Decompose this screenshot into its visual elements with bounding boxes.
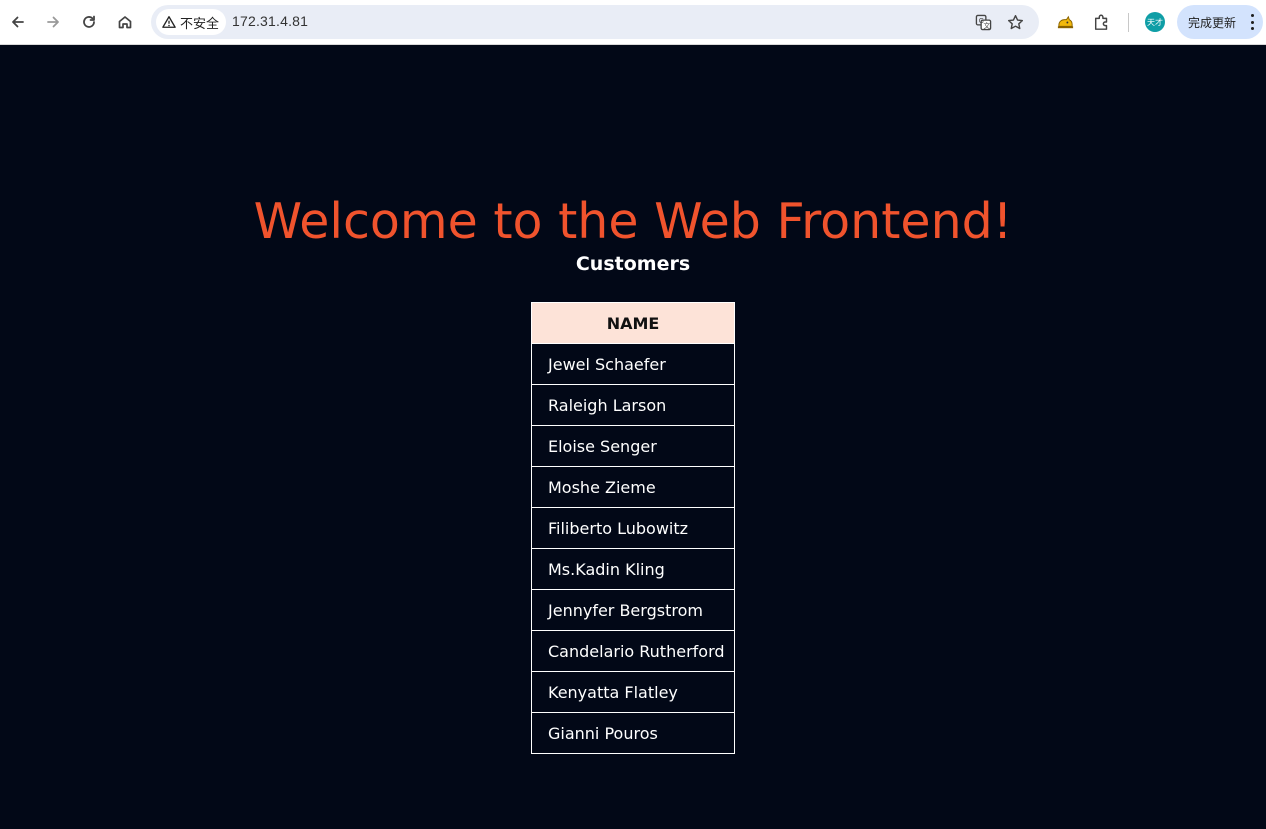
translate-icon[interactable]: G 文 bbox=[973, 12, 993, 32]
table-row: Eloise Senger bbox=[531, 425, 735, 467]
table-row: Jennyfer Bergstrom bbox=[531, 589, 735, 631]
puzzle-icon[interactable] bbox=[1092, 12, 1112, 32]
update-button[interactable]: 完成更新 bbox=[1177, 5, 1263, 39]
kebab-menu-icon[interactable] bbox=[1250, 14, 1254, 30]
address-bar[interactable]: 不安全 172.31.4.81 G 文 bbox=[151, 5, 1039, 39]
table-header-row: NAME bbox=[531, 302, 735, 344]
cat-extension-icon[interactable] bbox=[1055, 12, 1075, 32]
warning-triangle-icon bbox=[162, 16, 176, 28]
reload-icon[interactable] bbox=[75, 8, 103, 36]
customer-name: Gianni Pouros bbox=[531, 712, 735, 754]
customer-name: Eloise Senger bbox=[531, 425, 735, 467]
customer-name: Jewel Schaefer bbox=[531, 343, 735, 385]
toolbar-divider bbox=[1128, 13, 1129, 32]
customer-name: Ms.Kadin Kling bbox=[531, 548, 735, 590]
table-row: Moshe Zieme bbox=[531, 466, 735, 508]
bookmark-star-icon[interactable] bbox=[1005, 12, 1025, 32]
page-content: Welcome to the Web Frontend! Customers N… bbox=[0, 45, 1266, 829]
profile-avatar[interactable]: 天才 bbox=[1145, 12, 1165, 32]
security-label: 不安全 bbox=[180, 15, 220, 31]
url-text[interactable]: 172.31.4.81 bbox=[232, 13, 308, 29]
customer-name: Raleigh Larson bbox=[531, 384, 735, 426]
update-label: 完成更新 bbox=[1188, 15, 1237, 30]
customer-name: Moshe Zieme bbox=[531, 466, 735, 508]
customer-name: Candelario Rutherford bbox=[531, 630, 735, 672]
section-title: Customers bbox=[575, 253, 691, 275]
table-row: Filiberto Lubowitz bbox=[531, 507, 735, 549]
customer-name: Kenyatta Flatley bbox=[531, 671, 735, 713]
forward-icon[interactable] bbox=[39, 8, 67, 36]
home-icon[interactable] bbox=[111, 8, 139, 36]
column-header-name: NAME bbox=[531, 302, 735, 344]
customers-table: NAME Jewel Schaefer Raleigh Larson Elois… bbox=[531, 302, 735, 754]
customer-name: Jennyfer Bergstrom bbox=[531, 589, 735, 631]
back-icon[interactable] bbox=[4, 8, 32, 36]
svg-text:文: 文 bbox=[983, 21, 990, 30]
table-row: Gianni Pouros bbox=[531, 712, 735, 754]
table-row: Raleigh Larson bbox=[531, 384, 735, 426]
table-row: Kenyatta Flatley bbox=[531, 671, 735, 713]
browser-toolbar: 不安全 172.31.4.81 G 文 天才 完成更新 bbox=[0, 0, 1266, 45]
security-indicator[interactable]: 不安全 bbox=[156, 9, 227, 35]
table-row: Candelario Rutherford bbox=[531, 630, 735, 672]
table-row: Ms.Kadin Kling bbox=[531, 548, 735, 590]
customer-name: Filiberto Lubowitz bbox=[531, 507, 735, 549]
table-row: Jewel Schaefer bbox=[531, 343, 735, 385]
page-title: Welcome to the Web Frontend! bbox=[253, 193, 1013, 250]
